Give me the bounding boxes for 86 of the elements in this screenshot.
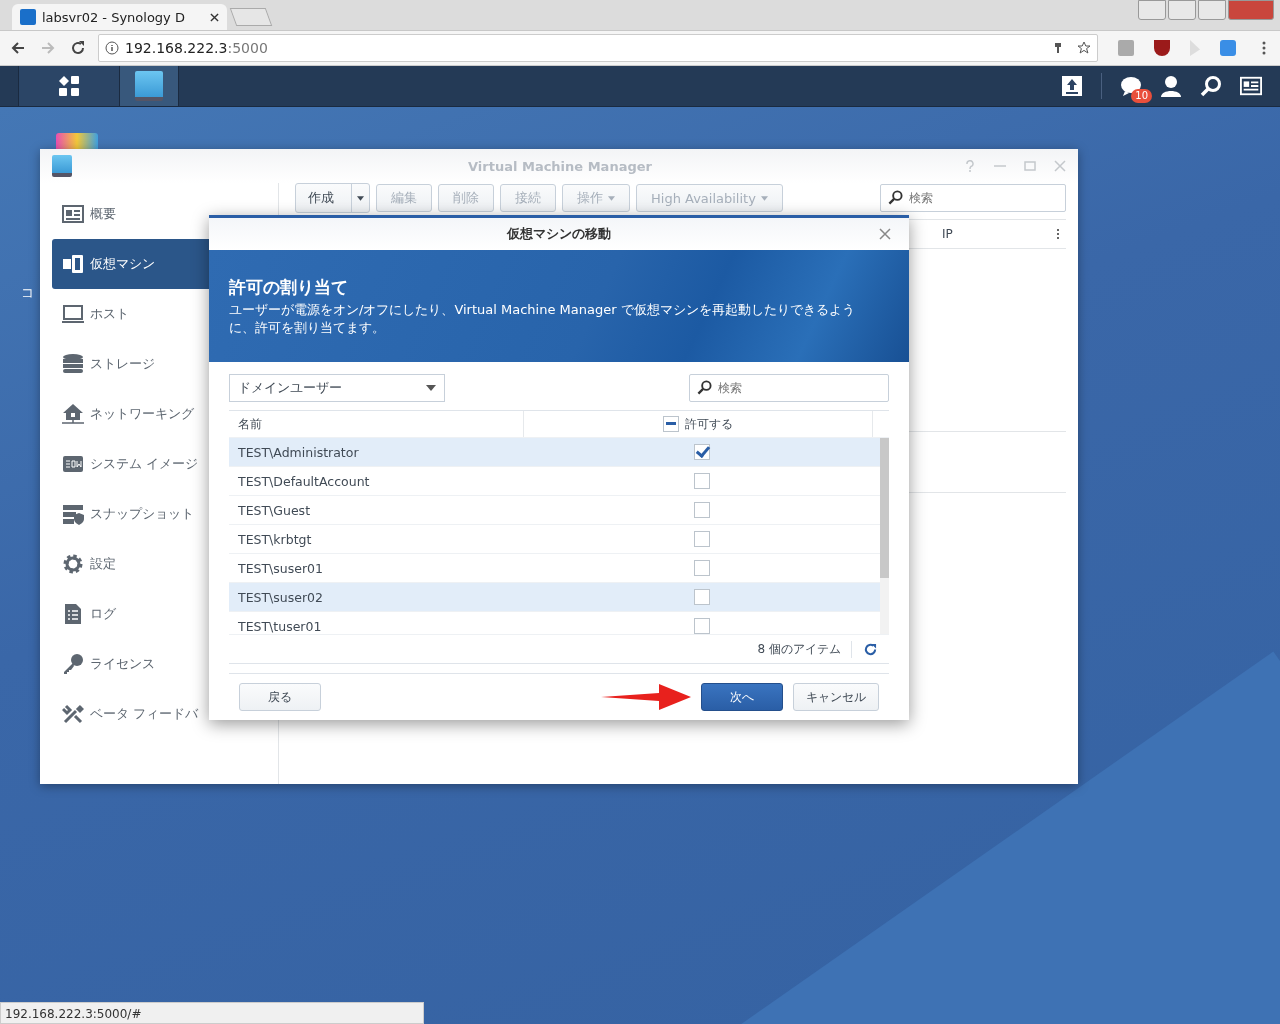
widget-icon[interactable]	[1240, 75, 1262, 97]
permission-checkbox[interactable]	[694, 618, 710, 634]
caret-icon	[608, 195, 615, 201]
user-row[interactable]: TEST\Administrator	[229, 438, 880, 467]
user-name: TEST\tuser01	[237, 618, 323, 634]
caret-icon	[760, 195, 768, 201]
sidebar-item[interactable]: 概要	[52, 189, 278, 239]
card-icon	[62, 203, 84, 225]
user-row[interactable]: TEST\tuser01	[229, 612, 880, 634]
close-button[interactable]	[1228, 0, 1274, 20]
user-row[interactable]: TEST\Guest	[229, 496, 880, 525]
next-button[interactable]: 次へ	[701, 683, 783, 711]
close-icon[interactable]	[210, 12, 219, 22]
upload-icon[interactable]	[1061, 75, 1083, 97]
permission-checkbox[interactable]	[694, 531, 710, 547]
help-icon[interactable]	[964, 160, 976, 172]
shield-icon[interactable]	[1154, 40, 1170, 56]
permission-checkbox[interactable]	[694, 589, 710, 605]
network-icon	[62, 403, 84, 425]
permission-checkbox[interactable]	[694, 444, 710, 460]
desktop-app-icon[interactable]	[56, 133, 98, 149]
step-description: ユーザーが電源をオン/オフにしたり、Virtual Machine Manager で仮想マシンを再起動したりできるように、許可を割り当てます。	[229, 301, 856, 337]
devices-icon	[62, 253, 84, 275]
main-menu-button[interactable]	[18, 66, 120, 106]
user-name: TEST\DefaultAccount	[237, 473, 371, 489]
dsm-icon	[62, 453, 84, 475]
key-icon	[62, 653, 84, 675]
create-split-button[interactable]: 作成	[295, 183, 370, 213]
search-icon	[888, 190, 903, 205]
gear-icon	[62, 553, 84, 575]
column-header: 名前	[229, 411, 524, 437]
column-header: 許可する	[685, 415, 733, 433]
user-name: TEST\Guest	[237, 502, 312, 518]
scrollbar[interactable]	[880, 438, 889, 634]
browser-tab[interactable]: labsvr02 - Synology D	[12, 4, 227, 30]
user-row[interactable]: TEST\krbtgt	[229, 525, 880, 554]
permission-checkbox[interactable]	[694, 560, 710, 576]
info-icon	[105, 41, 119, 55]
forward-icon[interactable]	[40, 40, 56, 56]
laptop-icon	[62, 303, 84, 325]
permission-checkbox[interactable]	[694, 502, 710, 518]
restore-button[interactable]	[1198, 0, 1226, 20]
user-name: TEST\suser02	[237, 589, 324, 605]
desktop-icon-label: コ	[21, 284, 35, 302]
search-field[interactable]: 検索	[689, 374, 889, 402]
window-title: Virtual Machine Manager	[467, 158, 653, 174]
url-text: 192.168.222.3:5000	[125, 40, 269, 56]
star-icon[interactable]	[1077, 41, 1091, 55]
address-field[interactable]: 192.168.222.3:5000	[98, 34, 1098, 62]
app-taskbar-button[interactable]	[120, 66, 179, 106]
tools-icon	[62, 703, 84, 725]
extension-icon[interactable]	[1220, 40, 1236, 56]
minimize-button[interactable]	[1168, 0, 1196, 20]
caret-icon[interactable]	[357, 195, 364, 201]
caret-icon	[426, 385, 436, 391]
more-icon[interactable]	[1056, 228, 1060, 240]
document-icon	[62, 603, 84, 625]
dialog-title: 仮想マシンの移動	[507, 225, 611, 243]
search-icon[interactable]	[1200, 75, 1222, 97]
user-row[interactable]: TEST\DefaultAccount	[229, 467, 880, 496]
reload-icon[interactable]	[70, 40, 86, 56]
user-type-dropdown[interactable]: ドメインユーザー	[229, 374, 445, 402]
apps-icon	[58, 75, 80, 97]
notification-badge: 10	[1131, 89, 1152, 103]
tab-title: labsvr02 - Synology D	[42, 9, 186, 25]
item-count: 8 個のアイテム	[757, 640, 852, 658]
dialog-button[interactable]: 戻る	[239, 683, 321, 711]
user-name: TEST\suser01	[237, 560, 324, 576]
permission-checkbox[interactable]	[694, 473, 710, 489]
maximize-icon[interactable]	[1024, 160, 1036, 172]
select-all-checkbox[interactable]	[663, 416, 679, 432]
user-row[interactable]: TEST\suser02	[229, 583, 880, 612]
refresh-icon[interactable]	[864, 642, 877, 656]
server-shield-icon	[62, 503, 84, 525]
column-header: IP	[942, 227, 954, 241]
new-tab-button[interactable]	[229, 8, 273, 26]
search-field[interactable]: 検索	[880, 184, 1066, 212]
user-name: TEST\Administrator	[237, 444, 360, 460]
database-icon	[62, 353, 84, 375]
dialog-button[interactable]: キャンセル	[793, 683, 879, 711]
user-name: TEST\krbtgt	[237, 531, 313, 547]
app-icon	[52, 155, 72, 177]
favicon-icon	[20, 9, 36, 25]
search-icon	[697, 380, 712, 395]
status-url: 192.168.222.3:5000/#	[0, 1002, 424, 1024]
back-icon[interactable]	[10, 40, 26, 56]
